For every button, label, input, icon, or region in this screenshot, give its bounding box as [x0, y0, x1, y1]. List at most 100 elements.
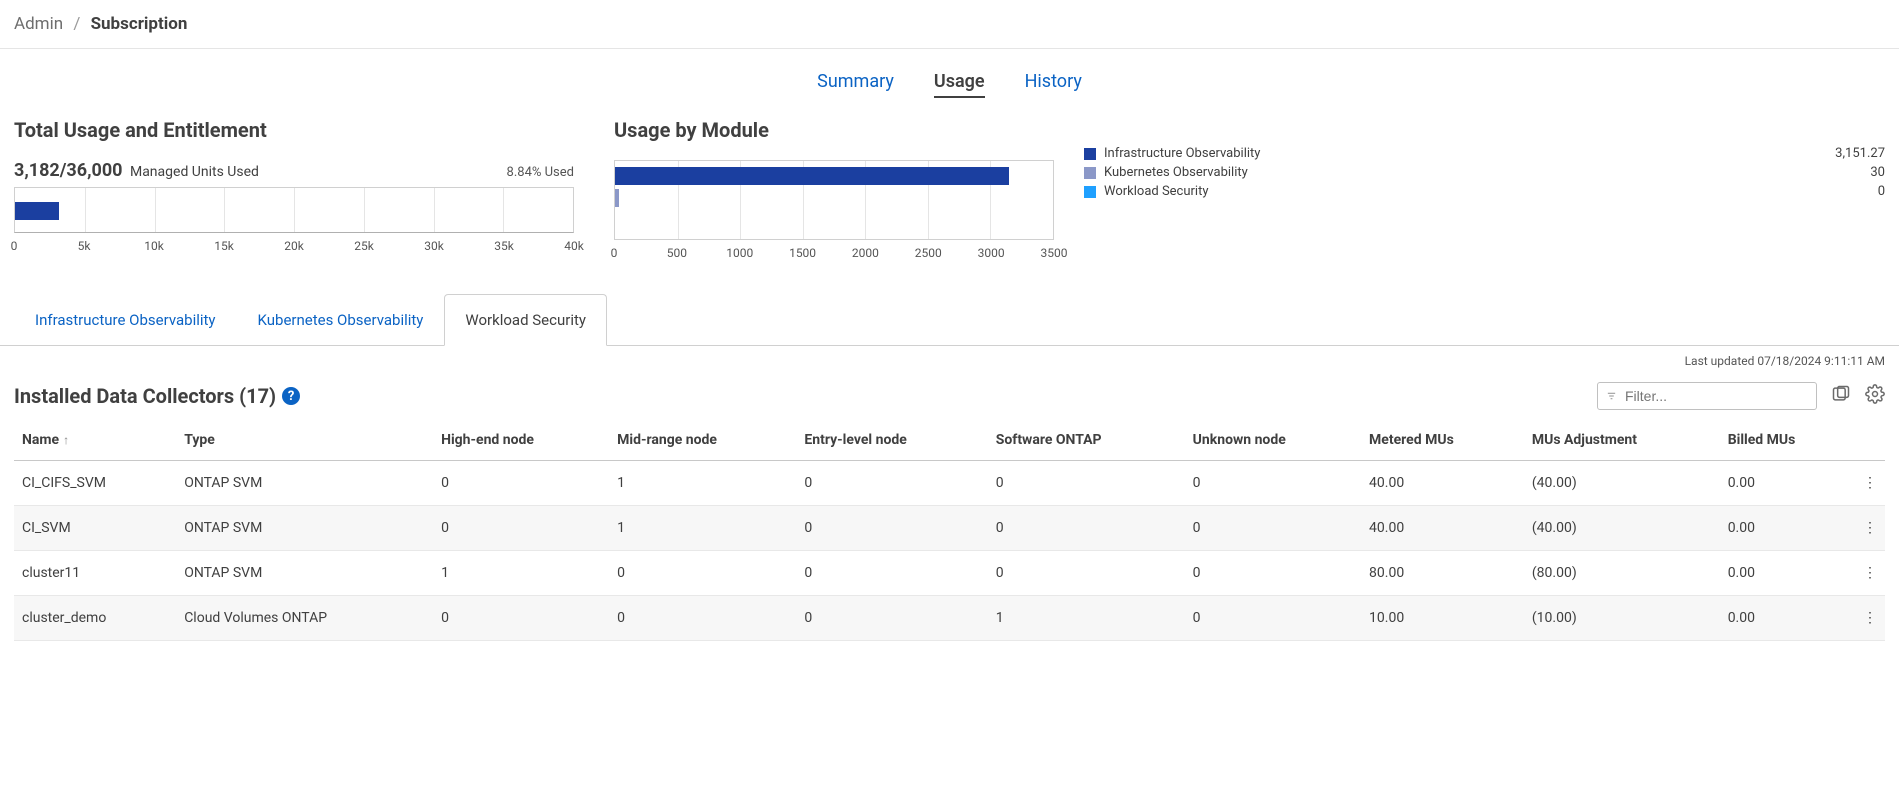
cell-mid: 1 — [609, 461, 796, 506]
cell-metered: 40.00 — [1361, 506, 1524, 551]
module-bar — [615, 167, 1009, 185]
cell-adj: (40.00) — [1524, 461, 1720, 506]
cell-soft: 1 — [988, 596, 1185, 641]
breadcrumb: Admin / Subscription — [0, 0, 1899, 49]
sub-tab-kubernetes[interactable]: Kubernetes Observability — [237, 294, 445, 346]
col-unk[interactable]: Unknown node — [1185, 420, 1361, 461]
legend-swatch — [1084, 148, 1096, 160]
col-adj[interactable]: MUs Adjustment — [1524, 420, 1720, 461]
usage-by-module-axis: 0500100015002000250030003500 — [614, 246, 1054, 264]
axis-tick: 1000 — [726, 246, 753, 260]
row-menu-icon[interactable]: ⋮ — [1855, 461, 1885, 506]
legend-label: Workload Security — [1104, 184, 1209, 199]
cell-soft: 0 — [988, 461, 1185, 506]
axis-tick: 25k — [354, 239, 374, 253]
total-usage-gauge — [14, 187, 574, 233]
legend-row: Workload Security 0 — [1084, 184, 1885, 199]
sort-asc-icon: ↑ — [63, 433, 69, 447]
cell-name: cluster_demo — [14, 596, 176, 641]
col-name[interactable]: Name ↑ — [14, 420, 176, 461]
usage-by-module-title: Usage by Module — [614, 118, 1054, 142]
legend-label: Infrastructure Observability — [1104, 146, 1260, 161]
cell-entry: 0 — [796, 596, 987, 641]
row-menu-icon[interactable]: ⋮ — [1855, 596, 1885, 641]
export-icon[interactable] — [1831, 384, 1851, 408]
legend-value: 0 — [1878, 184, 1885, 199]
cell-entry: 0 — [796, 551, 987, 596]
cell-unk: 0 — [1185, 596, 1361, 641]
module-bar — [615, 189, 619, 207]
breadcrumb-admin[interactable]: Admin — [14, 14, 63, 34]
cell-name: CI_CIFS_SVM — [14, 461, 176, 506]
axis-tick: 3500 — [1041, 246, 1068, 260]
axis-tick: 10k — [144, 239, 164, 253]
legend-label: Kubernetes Observability — [1104, 165, 1248, 180]
cell-entry: 0 — [796, 506, 987, 551]
gridline — [155, 188, 156, 232]
cell-high: 0 — [433, 461, 609, 506]
cell-adj: (80.00) — [1524, 551, 1720, 596]
table-row[interactable]: CI_SVMONTAP SVM0100040.00(40.00)0.00⋮ — [14, 506, 1885, 551]
total-usage-unit: Managed Units Used — [130, 164, 259, 180]
cell-metered: 10.00 — [1361, 596, 1524, 641]
cell-high: 0 — [433, 596, 609, 641]
table-row[interactable]: cluster11ONTAP SVM1000080.00(80.00)0.00⋮ — [14, 551, 1885, 596]
gear-icon[interactable] — [1865, 384, 1885, 408]
cell-high: 0 — [433, 506, 609, 551]
axis-tick: 20k — [284, 239, 304, 253]
row-menu-icon[interactable]: ⋮ — [1855, 551, 1885, 596]
axis-tick: 2500 — [915, 246, 942, 260]
gridline — [294, 188, 295, 232]
sub-tab-workload-security[interactable]: Workload Security — [444, 294, 607, 346]
axis-tick: 15k — [214, 239, 234, 253]
col-name-label: Name — [22, 432, 59, 448]
axis-tick: 3000 — [978, 246, 1005, 260]
col-metered[interactable]: Metered MUs — [1361, 420, 1524, 461]
col-high[interactable]: High-end node — [433, 420, 609, 461]
col-soft[interactable]: Software ONTAP — [988, 420, 1185, 461]
tab-usage[interactable]: Usage — [934, 71, 985, 98]
cell-billed: 0.00 — [1720, 506, 1855, 551]
legend-row: Infrastructure Observability3,151.27 — [1084, 146, 1885, 161]
cell-mid: 0 — [609, 596, 796, 641]
sub-tab-infrastructure[interactable]: Infrastructure Observability — [14, 294, 237, 346]
row-menu-icon[interactable]: ⋮ — [1855, 506, 1885, 551]
axis-tick: 1500 — [789, 246, 816, 260]
filter-box[interactable] — [1597, 382, 1817, 410]
cell-soft: 0 — [988, 551, 1185, 596]
gridline — [224, 188, 225, 232]
sub-tabs: Infrastructure Observability Kubernetes … — [14, 294, 607, 345]
col-billed[interactable]: Billed MUs — [1720, 420, 1855, 461]
help-icon[interactable]: ? — [282, 387, 300, 405]
cell-metered: 80.00 — [1361, 551, 1524, 596]
cell-type: ONTAP SVM — [176, 506, 433, 551]
tab-history[interactable]: History — [1025, 71, 1082, 98]
col-type[interactable]: Type — [176, 420, 433, 461]
cell-billed: 0.00 — [1720, 461, 1855, 506]
table-row[interactable]: cluster_demoCloud Volumes ONTAP0001010.0… — [14, 596, 1885, 641]
total-usage-title: Total Usage and Entitlement — [14, 118, 574, 142]
cell-adj: (10.00) — [1524, 596, 1720, 641]
axis-tick: 5k — [78, 239, 91, 253]
total-usage-axis: 05k10k15k20k25k30k35k40k — [14, 239, 574, 257]
breadcrumb-subscription: Subscription — [91, 14, 188, 34]
usage-by-module-legend: Infrastructure Observability3,151.27 Kube… — [1084, 118, 1885, 264]
breadcrumb-sep: / — [73, 14, 80, 34]
cell-name: CI_SVM — [14, 506, 176, 551]
col-entry[interactable]: Entry-level node — [796, 420, 987, 461]
total-usage-value: 3,182/36,000 — [14, 160, 122, 181]
filter-icon — [1606, 388, 1617, 404]
axis-tick: 40k — [564, 239, 584, 253]
cell-unk: 0 — [1185, 551, 1361, 596]
col-mid[interactable]: Mid-range node — [609, 420, 796, 461]
usage-by-module-plot — [614, 160, 1054, 240]
cell-adj: (40.00) — [1524, 506, 1720, 551]
tab-summary[interactable]: Summary — [817, 71, 894, 98]
filter-input[interactable] — [1623, 387, 1808, 405]
legend-row: Kubernetes Observability30 — [1084, 165, 1885, 180]
axis-tick: 0 — [11, 239, 18, 253]
gauge-fill — [15, 202, 59, 220]
legend-swatch — [1084, 167, 1096, 179]
gridline — [434, 188, 435, 232]
table-row[interactable]: CI_CIFS_SVMONTAP SVM0100040.00(40.00)0.0… — [14, 461, 1885, 506]
